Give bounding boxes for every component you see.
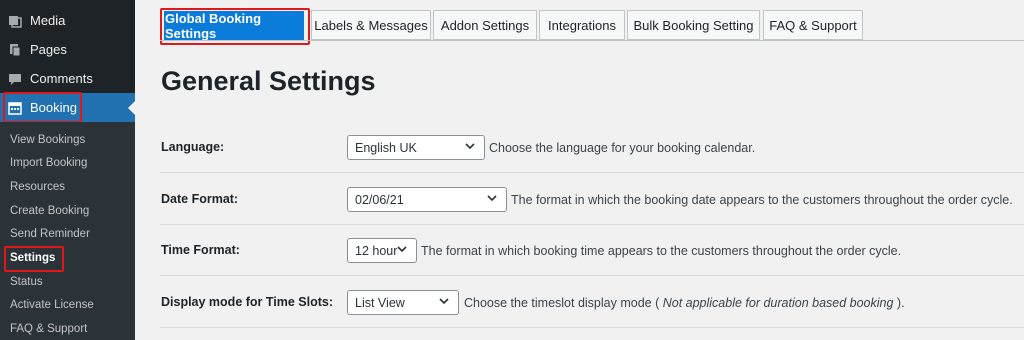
menu-item-comments[interactable]: Comments	[0, 64, 135, 93]
tab-addon-settings[interactable]: Addon Settings	[433, 10, 537, 40]
display-mode-select[interactable]: List View	[347, 290, 459, 315]
display-mode-desc-note: Not applicable for duration based bookin…	[662, 296, 894, 310]
chevron-down-icon	[397, 246, 407, 253]
highlight-box-settings	[4, 246, 64, 272]
language-value: English UK	[355, 140, 417, 155]
language-description: Choose the language for your booking cal…	[489, 141, 756, 155]
row-divider	[160, 275, 1024, 276]
date-format-value: 02/06/21	[355, 192, 404, 207]
row-divider	[160, 224, 1024, 225]
pages-icon	[0, 43, 30, 57]
tab-integrations[interactable]: Integrations	[539, 10, 625, 40]
chevron-down-icon	[439, 298, 449, 305]
submenu-send-reminder[interactable]: Send Reminder	[10, 224, 90, 244]
submenu-status[interactable]: Status	[10, 272, 43, 292]
row-divider	[160, 172, 1024, 173]
language-label: Language:	[161, 140, 225, 154]
highlight-box-booking	[3, 92, 82, 123]
submenu-faq-support[interactable]: FAQ & Support	[10, 319, 87, 339]
page-title: General Settings	[161, 66, 376, 96]
tab-faq-support[interactable]: FAQ & Support	[763, 10, 863, 40]
display-mode-label: Display mode for Time Slots:	[161, 295, 334, 309]
chevron-down-icon	[487, 195, 497, 202]
submenu-activate-license[interactable]: Activate License	[10, 295, 94, 315]
tab-bulk-booking-setting[interactable]: Bulk Booking Setting	[627, 10, 760, 40]
language-select[interactable]: English UK	[347, 135, 485, 160]
display-mode-desc-suffix: ).	[893, 296, 905, 310]
tab-labels-messages[interactable]: Labels & Messages	[311, 10, 431, 40]
menu-item-media[interactable]: Media	[0, 6, 135, 35]
comments-icon	[0, 72, 30, 86]
time-format-select[interactable]: 12 hour	[347, 238, 417, 263]
display-mode-description: Choose the timeslot display mode ( Not a…	[464, 296, 905, 310]
menu-item-pages[interactable]: Pages	[0, 35, 135, 64]
submenu-import-booking[interactable]: Import Booking	[10, 153, 87, 173]
menu-label: Pages	[30, 42, 67, 57]
time-format-value: 12 hour	[355, 243, 398, 258]
submenu-create-booking[interactable]: Create Booking	[10, 201, 89, 221]
menu-label: Media	[30, 13, 66, 28]
admin-sidebar: Media Pages Comments Booking View Bookin…	[0, 0, 135, 340]
submenu-view-bookings[interactable]: View Bookings	[10, 130, 85, 150]
time-format-description: The format in which booking time appears…	[421, 244, 902, 258]
menu-label: Comments	[30, 71, 93, 86]
media-icon	[0, 14, 30, 28]
current-indicator	[128, 101, 135, 115]
booking-submenu: View Bookings Import Booking Resources C…	[0, 122, 135, 340]
date-format-label: Date Format:	[161, 192, 239, 206]
display-mode-desc-prefix: Choose the timeslot display mode (	[464, 296, 663, 310]
chevron-down-icon	[465, 143, 475, 150]
row-divider	[160, 327, 1024, 328]
date-format-description: The format in which the booking date app…	[511, 193, 1013, 207]
display-mode-value: List View	[355, 295, 405, 310]
time-format-label: Time Format:	[161, 243, 240, 257]
submenu-resources[interactable]: Resources	[10, 177, 65, 197]
date-format-select[interactable]: 02/06/21	[347, 187, 507, 212]
tab-divider	[160, 40, 1024, 41]
